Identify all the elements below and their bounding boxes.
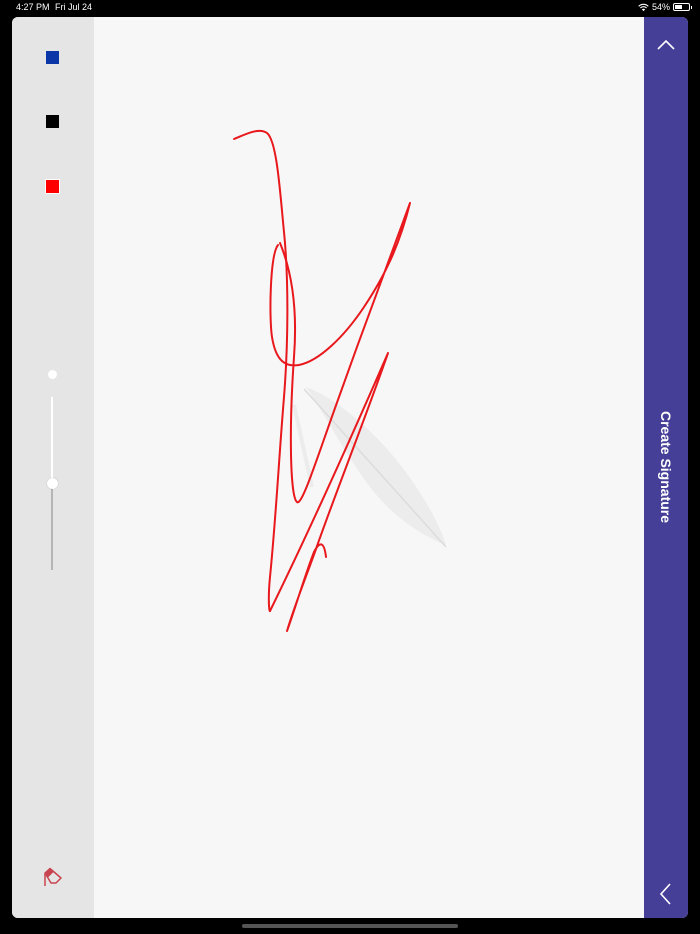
signature-canvas[interactable] — [94, 17, 644, 918]
home-indicator[interactable] — [242, 924, 458, 928]
chevron-left-icon — [659, 883, 671, 905]
status-date: Fri Jul 24 — [55, 2, 93, 12]
collapse-button[interactable] — [656, 37, 676, 53]
feather-icon — [292, 387, 447, 548]
eraser-icon — [44, 867, 62, 886]
status-indicators: 54% — [638, 2, 692, 12]
color-swatch-black[interactable] — [46, 115, 59, 128]
signature-stroke — [233, 129, 289, 613]
back-button[interactable] — [656, 882, 676, 906]
status-bar: 4:27 PM Fri Jul 24 54% — [0, 0, 700, 16]
color-swatch-red[interactable] — [46, 180, 59, 193]
create-signature-panel: Create Signature — [644, 17, 688, 918]
battery-fill — [675, 5, 682, 9]
signature-drawing — [233, 129, 447, 632]
tools-sidebar — [12, 17, 94, 918]
stroke-min-indicator — [48, 370, 57, 379]
signature-app: Create Signature — [12, 17, 688, 918]
eraser-button[interactable] — [40, 867, 64, 891]
stroke-width-slider-fill — [51, 483, 53, 570]
wifi-icon — [638, 3, 649, 11]
stroke-width-slider-thumb[interactable] — [47, 478, 58, 489]
create-signature-title[interactable]: Create Signature — [658, 411, 674, 523]
color-swatch-blue[interactable] — [46, 51, 59, 64]
chevron-up-icon — [657, 39, 675, 50]
battery-icon — [673, 3, 692, 11]
status-time: 4:27 PM — [16, 2, 50, 12]
battery-percent: 54% — [651, 2, 670, 12]
signature-stroke — [269, 352, 389, 632]
